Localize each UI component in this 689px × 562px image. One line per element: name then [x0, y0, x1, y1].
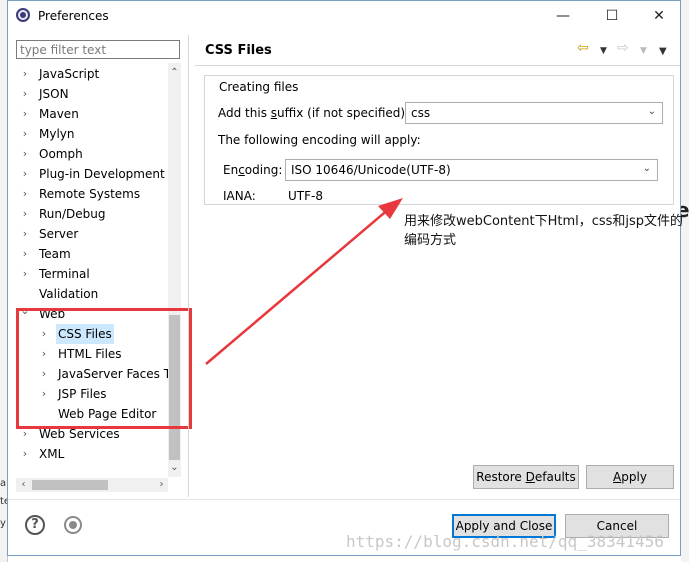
watermark: https://blog.csdn.net/qq_38341456: [346, 532, 664, 551]
chevron-down-icon[interactable]: ⌄: [643, 163, 651, 174]
tree-item-label: XML: [39, 447, 65, 461]
scroll-up-icon[interactable]: ⌃: [168, 66, 181, 79]
arrow-shaft: [205, 207, 391, 365]
encoding-label: Encoding:: [223, 163, 282, 177]
view-menu-icon[interactable]: ▼: [659, 46, 667, 57]
pane-divider: [188, 35, 189, 497]
help-icon[interactable]: ?: [25, 515, 45, 535]
scroll-left-icon[interactable]: ‹: [17, 478, 30, 491]
scrollbar-thumb[interactable]: [32, 480, 108, 490]
tree-item-label: Run/Debug: [39, 207, 106, 221]
tree-item-label: Oomph: [39, 147, 83, 161]
encoding-value: ISO 10646/Unicode(UTF-8): [291, 163, 451, 177]
background-text-fragment: a: [0, 478, 7, 489]
filter-box[interactable]: [16, 40, 180, 59]
tree-item-label: Validation: [39, 287, 99, 301]
background-app-edge: [681, 0, 689, 562]
tree-item-label: Mylyn: [39, 127, 75, 141]
suffix-value: css: [411, 106, 431, 120]
tree-item-label: JSON: [39, 87, 69, 101]
header-separator: [195, 65, 680, 66]
chevron-right-icon[interactable]: ›: [19, 264, 31, 284]
tree-item-label: Team: [39, 247, 71, 261]
maximize-button[interactable]: ☐: [597, 4, 627, 28]
annotation-text: 用来修改webContent下Html，css和jsp文件的编码方式: [404, 214, 684, 248]
back-arrow-icon[interactable]: ⇦: [577, 40, 589, 56]
close-button[interactable]: ✕: [644, 4, 674, 28]
tree-horizontal-scrollbar[interactable]: ‹ ›: [16, 478, 168, 492]
suffix-select[interactable]: css ⌄: [405, 102, 663, 124]
suffix-label: Add this suffix (if not specified):: [218, 106, 409, 120]
chevron-down-icon[interactable]: ⌄: [648, 106, 656, 117]
footer-separator: [8, 499, 680, 500]
tree-item-label: Server: [39, 227, 79, 241]
suffix-label-text: uffix (if not specified):: [277, 106, 410, 120]
chevron-right-icon[interactable]: ›: [19, 164, 31, 184]
filter-input[interactable]: [17, 41, 173, 58]
window-title: Preferences: [38, 9, 109, 23]
tree-item-label: Plug-in Development: [39, 167, 165, 181]
apply-label: pply: [621, 470, 647, 484]
restore-defaults-label: Restore: [476, 470, 526, 484]
back-dropdown-icon[interactable]: ▼: [600, 46, 607, 56]
page-title: CSS Files: [205, 43, 272, 58]
preferences-window: Preferences — ☐ ✕ › JavaScript › JSON › Mav…: [7, 0, 681, 556]
encoding-select[interactable]: ISO 10646/Unicode(UTF-8) ⌄: [285, 159, 658, 181]
forward-arrow-icon[interactable]: ⇨: [617, 40, 629, 56]
annotation-arrow: [205, 198, 403, 365]
chevron-right-icon[interactable]: ›: [19, 244, 31, 264]
chevron-right-icon[interactable]: ›: [19, 204, 31, 224]
encoding-label-text: En: [223, 163, 239, 177]
restore-defaults-mnemonic: D: [525, 470, 535, 484]
chevron-right-icon[interactable]: ›: [19, 64, 31, 84]
chevron-right-icon[interactable]: ›: [19, 444, 31, 464]
tree-item-label: Remote Systems: [39, 187, 141, 201]
chevron-right-icon[interactable]: ›: [19, 104, 31, 124]
restore-defaults-button[interactable]: Restore Defaults: [473, 465, 579, 489]
chevron-right-icon[interactable]: ›: [19, 224, 31, 244]
eclipse-icon: [16, 8, 30, 22]
scroll-right-icon[interactable]: ›: [155, 478, 168, 491]
encoding-label-text: oding:: [244, 163, 283, 177]
chevron-right-icon[interactable]: ›: [19, 184, 31, 204]
suffix-label-text: Add this: [218, 106, 271, 120]
title-bar: Preferences — ☐ ✕: [8, 1, 680, 31]
chevron-right-icon[interactable]: ›: [19, 124, 31, 144]
group-label: Creating files: [219, 80, 299, 94]
record-macro-icon[interactable]: [64, 516, 82, 534]
scroll-down-icon[interactable]: ⌄: [168, 461, 181, 474]
tree-item-label: Terminal: [39, 267, 90, 281]
tree-item-label: Maven: [39, 107, 79, 121]
chevron-right-icon[interactable]: ›: [19, 144, 31, 164]
minimize-button[interactable]: —: [548, 4, 578, 28]
apply-button[interactable]: Apply: [586, 465, 674, 489]
encoding-label-mnemonic: c: [238, 163, 245, 177]
tree-item-label: JavaScript: [39, 67, 100, 81]
background-text-fragment: y: [0, 518, 6, 529]
chevron-right-icon[interactable]: ›: [19, 84, 31, 104]
forward-dropdown-icon[interactable]: ▼: [640, 46, 647, 56]
encoding-note: The following encoding will apply:: [218, 133, 421, 147]
annotation-highlight-box: [16, 308, 192, 429]
restore-defaults-label: efaults: [534, 470, 576, 484]
